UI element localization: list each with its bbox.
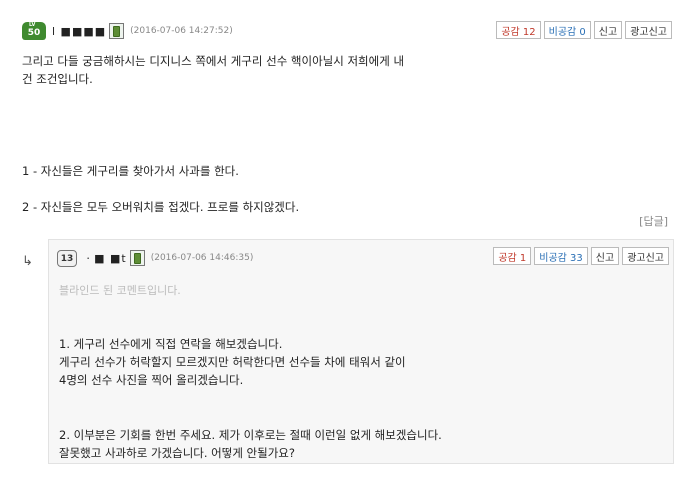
reply-line: 게구리 선수가 허락할지 모르겠지만 허락한다면 선수들 차에 태워서 같이	[59, 355, 406, 369]
reply-line: 잘못했고 사과하로 가겠습니다. 어떻게 안될가요?	[59, 446, 295, 460]
level-prefix: LV	[29, 22, 36, 28]
comment-line: 1 - 자신들은 게구리를 찾아가서 사과를 한다.	[22, 164, 239, 178]
comment-line: 그리고 다들 궁금해하시는 디지니스 쪽에서 게구리 선수 핵이아닐시 저희에게…	[22, 54, 405, 68]
comment-timestamp: (2016-07-06 14:27:52)	[130, 26, 233, 36]
blinded-notice: 블라인드 된 코멘트입니다.	[59, 284, 181, 297]
level-badge: 13	[57, 249, 77, 267]
mobile-phone-icon	[129, 250, 145, 266]
reply-line: 2. 이부분은 기회를 한번 주세요. 제가 이후로는 절때 이런일 없게 해보…	[59, 428, 442, 442]
comment-line: 건 조건입니다.	[22, 72, 93, 86]
ad-report-button[interactable]: 광고신고	[625, 21, 672, 39]
reply-line: 4명의 선수 사진을 찍어 올리겠습니다.	[59, 373, 244, 387]
downvote-button[interactable]: 비공감 0	[543, 21, 591, 39]
comment-header: LV 50 l ■■■■ (2016-07-06 14:27:52)	[22, 20, 233, 42]
level-number: 13	[60, 253, 74, 264]
report-button[interactable]: 신고	[593, 21, 623, 39]
report-button[interactable]: 신고	[590, 247, 620, 265]
author-nickname[interactable]: l ■■■■	[52, 25, 106, 38]
ad-report-button[interactable]: 광고신고	[622, 247, 669, 265]
upvote-button[interactable]: 공감 12	[496, 21, 541, 39]
level-badge: LV 50	[22, 22, 46, 40]
comment-line: 2 - 자신들은 모두 오버워치를 접겠다. 프로를 하지않겠다.	[22, 200, 300, 214]
reply-link[interactable]: [답글]	[639, 213, 668, 229]
mobile-phone-icon	[109, 23, 125, 39]
reply-arrow-icon: ↳	[22, 254, 33, 269]
reply-header: 13 ㆍ■ ■t (2016-07-06 14:46:35)	[57, 247, 253, 269]
reply-actions: 공감 1 비공감 33 신고 광고신고	[493, 247, 669, 265]
reply-comment: 13 ㆍ■ ■t (2016-07-06 14:46:35) 공감 1 비공감 …	[48, 239, 674, 464]
comment-actions: 공감 12 비공감 0 신고 광고신고	[496, 21, 672, 39]
reply-line: 1. 게구리 선수에게 직접 연락을 해보겠습니다.	[59, 337, 283, 351]
level-number: 50	[27, 28, 41, 38]
author-nickname[interactable]: ㆍ■ ■t	[83, 250, 127, 266]
upvote-button[interactable]: 공감 1	[493, 247, 532, 265]
downvote-button[interactable]: 비공감 33	[534, 247, 588, 265]
reply-timestamp: (2016-07-06 14:46:35)	[150, 253, 254, 263]
